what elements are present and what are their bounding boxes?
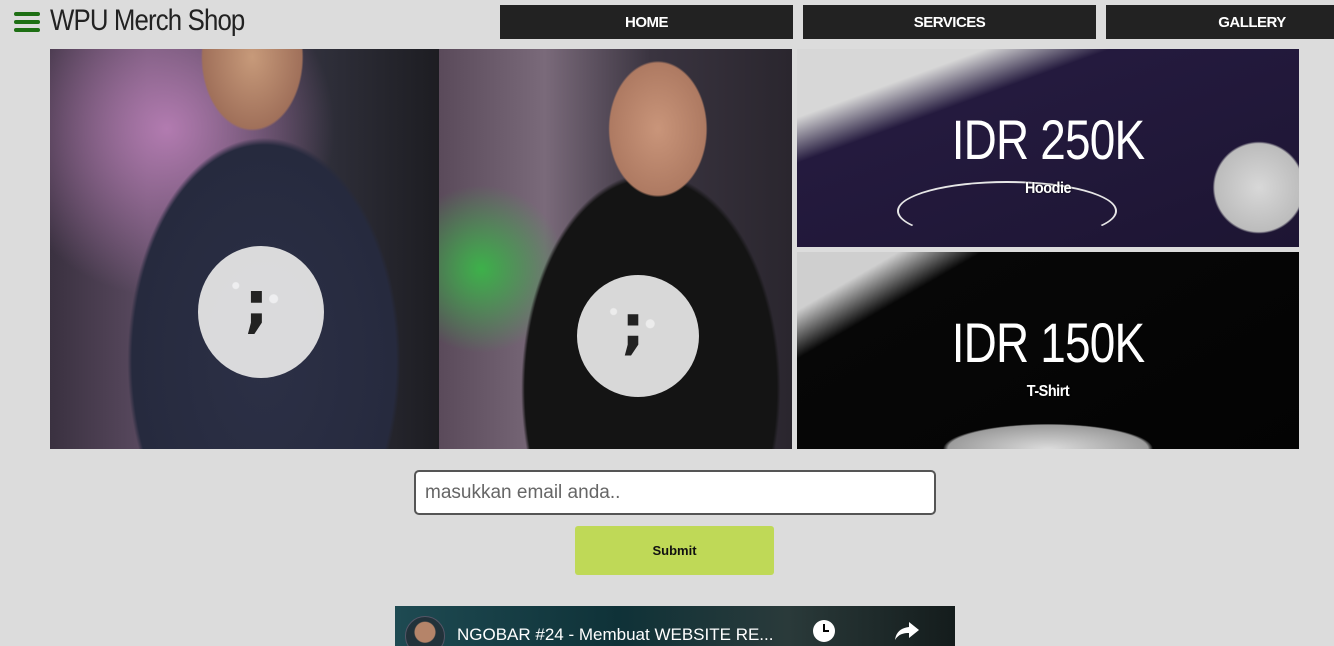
- video-title[interactable]: NGOBAR #24 - Membuat WEBSITE RE...: [457, 625, 773, 645]
- tshirt-model-photo: ;: [439, 49, 792, 449]
- hoodie-model-photo: ;: [50, 49, 439, 449]
- share-icon[interactable]: [893, 620, 921, 642]
- hoodie-price: IDR 250K: [951, 108, 1145, 171]
- semicolon-logo-icon: ;: [621, 292, 645, 362]
- nav-home-button[interactable]: HOME: [500, 5, 793, 39]
- hoodie-price-card[interactable]: IDR 250K Hoodie: [797, 49, 1299, 247]
- tshirt-label: T-Shirt: [1026, 383, 1070, 400]
- hamburger-menu-icon[interactable]: [14, 12, 40, 32]
- nav-gallery-button[interactable]: GALLERY: [1106, 5, 1334, 39]
- youtube-video-embed[interactable]: NGOBAR #24 - Membuat WEBSITE RE...: [395, 606, 955, 646]
- nav-services-button[interactable]: SERVICES: [803, 5, 1096, 39]
- hoodie-label: Hoodie: [1024, 180, 1072, 197]
- clock-icon[interactable]: [813, 620, 835, 642]
- email-input[interactable]: [414, 470, 936, 515]
- brand-title[interactable]: WPU Merch Shop: [50, 4, 245, 38]
- tshirt-price-card[interactable]: IDR 150K T-Shirt: [797, 252, 1299, 449]
- top-navbar: WPU Merch Shop HOME SERVICES GALLERY: [0, 0, 1334, 46]
- tshirt-price: IDR 150K: [951, 311, 1145, 374]
- channel-avatar[interactable]: [405, 616, 445, 646]
- submit-button[interactable]: Submit: [575, 526, 774, 575]
- semicolon-logo-icon: ;: [244, 267, 269, 340]
